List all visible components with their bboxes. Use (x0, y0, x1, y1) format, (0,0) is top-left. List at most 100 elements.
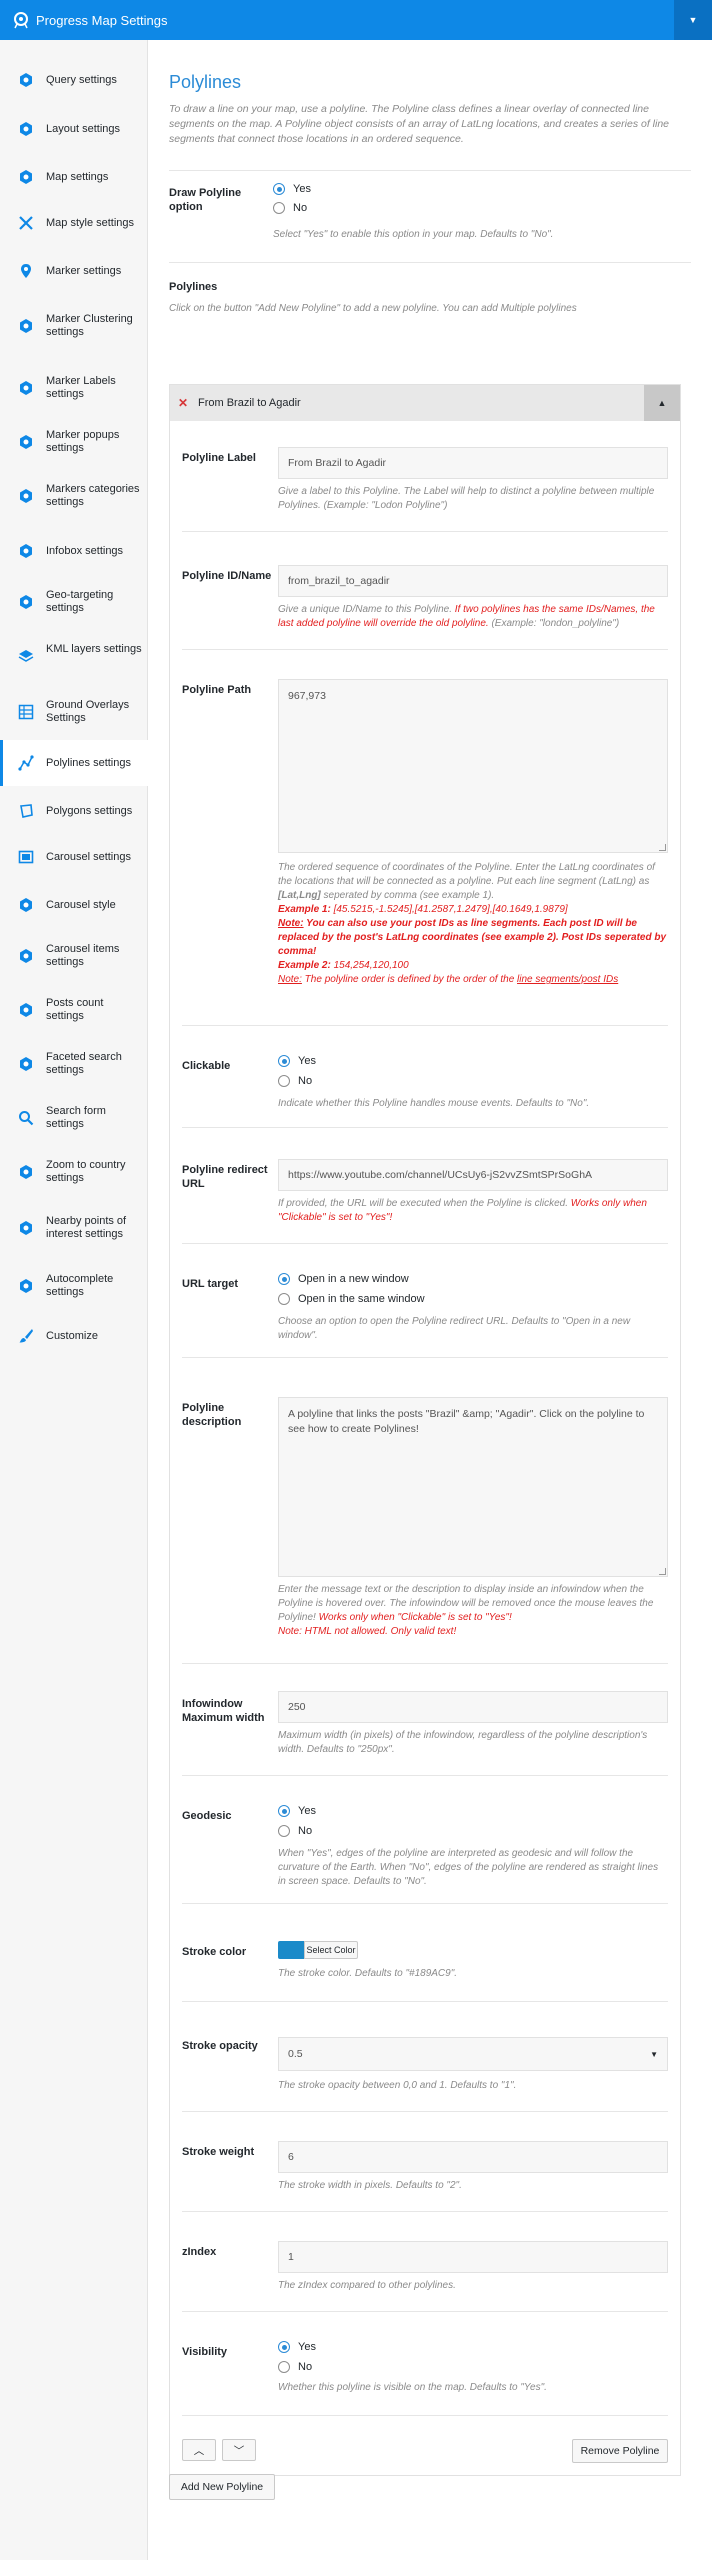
radio-unchecked-icon (278, 1075, 290, 1087)
stroke-opacity-select[interactable]: 0.5 ▼ (278, 2037, 668, 2071)
divider (182, 2211, 668, 2212)
sidebar-item-label: KML layers settings (46, 643, 142, 655)
sidebar-item-carousel-items-settings[interactable]: Carousel items settings (0, 928, 148, 984)
polyline-label-input[interactable]: From Brazil to Agadir (278, 447, 668, 479)
radio-unchecked-icon (278, 1293, 290, 1305)
sidebar-item-search-form-settings[interactable]: Search form settings (0, 1090, 148, 1146)
visibility-yes-radio[interactable]: Yes (278, 2341, 316, 2353)
sidebar-item-ground-overlays-settings[interactable]: Ground Overlays Settings (0, 684, 148, 740)
polyline-description-textarea[interactable]: A polyline that links the posts "Brazil"… (278, 1397, 668, 1577)
page-header-title: Progress Map Settings (36, 13, 168, 28)
sidebar-item-carousel-settings[interactable]: Carousel settings (0, 834, 148, 880)
collapse-toggle-icon[interactable]: ▲ (644, 385, 680, 421)
sidebar-item-label: Ground Overlays Settings (46, 699, 130, 724)
sidebar-item-marker-settings[interactable]: Marker settings (0, 248, 148, 294)
infowindow-max-width-help: Maximum width (in pixels) of the infowin… (278, 1730, 648, 1755)
draw-polyline-yes-radio[interactable]: Yes (273, 183, 311, 195)
sidebar-item-polygons-settings[interactable]: Polygons settings (0, 788, 148, 834)
zindex-input[interactable]: 1 (278, 2241, 668, 2273)
sidebar-item-nearby-points-of-interest-settings[interactable]: Nearby points of interest settings (0, 1200, 148, 1256)
search-icon (18, 1110, 34, 1126)
polyline-panel-title: From Brazil to Agadir (198, 397, 301, 409)
nearby-icon (18, 1220, 34, 1236)
zindex-label: zIndex (182, 2246, 217, 2258)
carousel-items-icon (18, 948, 34, 964)
sidebar-item-faceted-search-settings[interactable]: Faceted search settings (0, 1036, 148, 1092)
add-new-polyline-button[interactable]: Add New Polyline (169, 2474, 275, 2500)
move-down-button[interactable]: ﹀ (222, 2439, 256, 2461)
sidebar-item-label: Map settings (46, 170, 109, 183)
select-color-button[interactable]: Select Color (304, 1941, 358, 1959)
sidebar-item-posts-count-settings[interactable]: Posts count settings (0, 982, 148, 1038)
remove-polyline-button[interactable]: Remove Polyline (572, 2439, 668, 2463)
sidebar-item-label: Polygons settings (46, 804, 133, 817)
pin-logo-icon (14, 12, 28, 29)
sidebar-item-zoom-to-country-settings[interactable]: Zoom to country settings (0, 1144, 148, 1200)
polyline-id-input[interactable]: from_brazil_to_agadir (278, 565, 668, 597)
polyline-id-label: Polyline ID/Name (182, 570, 272, 582)
top-bar: Progress Map Settings ▼ (0, 0, 712, 40)
autocomplete-icon (18, 1278, 34, 1294)
divider (182, 2311, 668, 2312)
infowindow-max-width-input[interactable]: 250 (278, 1691, 668, 1723)
stroke-color-label: Stroke color (182, 1946, 247, 1958)
visibility-label: Visibility (182, 2346, 228, 2358)
polyline-description-label: Polyline description (182, 1402, 242, 1428)
url-target-label: URL target (182, 1278, 239, 1290)
sidebar-item-marker-popups-settings[interactable]: Marker popups settings (0, 414, 148, 470)
sidebar-item-markers-categories-settings[interactable]: Markers categories settings (0, 468, 148, 524)
chevron-down-icon: ﹀ (233, 2444, 245, 2457)
sidebar-item-autocomplete-settings[interactable]: Autocomplete settings (0, 1258, 148, 1314)
sidebar-item-label: Polylines settings (46, 756, 131, 769)
polyline-id-help: Give a unique ID/Name to this Polyline. … (278, 604, 655, 629)
sidebar-item-label: Search form settings (46, 1105, 106, 1130)
sidebar-item-carousel-style[interactable]: Carousel style (0, 882, 148, 928)
stroke-color-swatch[interactable] (278, 1941, 304, 1959)
url-target-new-window-radio[interactable]: Open in a new window (278, 1273, 409, 1285)
label-icon (18, 380, 34, 396)
close-icon[interactable]: ✕ (178, 396, 188, 410)
clickable-label: Clickable (182, 1060, 231, 1072)
line-segments-link[interactable]: line segments/post IDs (517, 974, 618, 985)
radio-checked-icon (273, 183, 285, 195)
polyline-path-textarea[interactable]: 967,973 (278, 679, 668, 853)
sidebar-item-map-settings[interactable]: Map settings (0, 154, 148, 200)
stroke-weight-input[interactable]: 6 (278, 2141, 668, 2173)
draw-polyline-help: Select "Yes" to enable this option in yo… (273, 229, 554, 240)
polyline-path-label: Polyline Path (182, 684, 252, 696)
clickable-yes-radio[interactable]: Yes (278, 1055, 316, 1067)
visibility-no-radio[interactable]: No (278, 2361, 312, 2373)
draw-polyline-no-radio[interactable]: No (273, 202, 307, 214)
radio-checked-icon (278, 1273, 290, 1285)
sidebar-item-customize[interactable]: Customize (0, 1316, 148, 1356)
polyline-panel-header[interactable]: ✕ From Brazil to Agadir ▲ (170, 385, 680, 421)
main-content: Polylines To draw a line on your map, us… (148, 40, 712, 2560)
divider (182, 2001, 668, 2002)
sidebar-item-layout-settings[interactable]: Layout settings (0, 106, 148, 152)
redirect-url-input[interactable]: https://www.youtube.com/channel/UCsUy6-j… (278, 1159, 668, 1191)
redirect-url-label: Polyline redirect URL (182, 1164, 268, 1190)
polygon-icon (18, 803, 34, 819)
sidebar-item-polylines-settings[interactable]: Polylines settings (0, 740, 148, 786)
url-target-help: Choose an option to open the Polyline re… (278, 1316, 631, 1341)
sidebar-item-kml-layers-settings[interactable]: KML layers settings (0, 628, 148, 684)
sidebar-item-query-settings[interactable]: Query settings (0, 60, 148, 100)
sidebar-item-marker-clustering-settings[interactable]: Marker Clustering settings (0, 298, 148, 354)
clickable-no-radio[interactable]: No (278, 1075, 312, 1087)
sidebar: Query settings Layout settings Map setting… (0, 40, 148, 2560)
sidebar-item-infobox-settings[interactable]: Infobox settings (0, 528, 148, 574)
url-target-same-window-radio[interactable]: Open in the same window (278, 1293, 425, 1305)
chevron-up-icon: ︿ (193, 2444, 205, 2457)
move-up-button[interactable]: ︿ (182, 2439, 216, 2461)
sidebar-item-label: Carousel settings (46, 850, 131, 863)
stroke-weight-help: The stroke width in pixels. Defaults to … (278, 2180, 462, 2191)
divider (169, 170, 691, 171)
polyline-path-help: The ordered sequence of coordinates of t… (278, 862, 667, 985)
caret-down-icon[interactable]: ▼ (674, 0, 712, 40)
sidebar-item-map-style-settings[interactable]: Map style settings (0, 200, 148, 246)
geodesic-yes-radio[interactable]: Yes (278, 1805, 316, 1817)
sidebar-item-label: Nearby points of interest settings (46, 1215, 127, 1240)
sidebar-item-marker-labels-settings[interactable]: Marker Labels settings (0, 360, 148, 416)
sidebar-item-geo-targeting-settings[interactable]: Geo-targeting settings (0, 574, 148, 630)
geodesic-no-radio[interactable]: No (278, 1825, 312, 1837)
